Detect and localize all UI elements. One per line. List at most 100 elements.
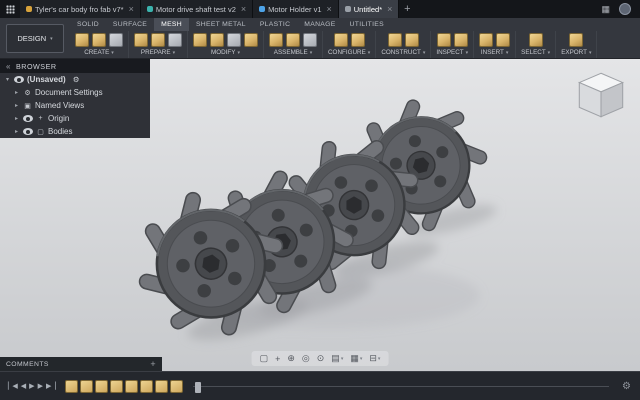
close-tab-icon[interactable]: × bbox=[241, 4, 246, 14]
construct-tool-icon[interactable] bbox=[404, 33, 419, 47]
tool-group-label[interactable]: CREATE ▾ bbox=[84, 49, 114, 56]
extensions-icon[interactable]: ▦ bbox=[601, 4, 610, 15]
browser-item-document-settings[interactable]: ▸ ⚙ Document Settings bbox=[0, 86, 150, 99]
document-tab-tyler-s-car-body-fro-fab-v7[interactable]: Tyler's car body fro fab v7* × bbox=[20, 0, 141, 18]
workspace-switcher[interactable]: DESIGN ▾ bbox=[6, 24, 64, 53]
timeline-feature-icon[interactable] bbox=[154, 379, 168, 393]
tool-group-label[interactable]: INSPECT ▾ bbox=[436, 49, 468, 56]
ribbon-tab-solid[interactable]: SOLID bbox=[70, 18, 106, 31]
create-tool-icon[interactable] bbox=[109, 33, 123, 47]
close-tab-icon[interactable]: × bbox=[129, 4, 134, 14]
inspect-tool-icon[interactable] bbox=[453, 33, 468, 47]
ribbon-tab-manage[interactable]: MANAGE bbox=[297, 18, 342, 31]
settings-gear-icon[interactable]: ⚙ bbox=[619, 381, 634, 392]
grid-settings-icon[interactable]: ▦ ▾ bbox=[350, 353, 362, 364]
model-viewport[interactable]: « BROWSER ▾ (Unsaved) ⚙ ▸ ⚙ Document Set… bbox=[0, 59, 640, 371]
construct-tool-icon[interactable] bbox=[387, 33, 402, 47]
expand-caret-icon[interactable]: ▾ bbox=[4, 76, 11, 83]
modify-tool-icon[interactable] bbox=[193, 33, 207, 47]
tool-group-label[interactable]: CONSTRUCT ▾ bbox=[381, 49, 425, 56]
close-tab-icon[interactable]: × bbox=[387, 4, 392, 14]
orbit-icon[interactable]: ◎ bbox=[302, 353, 310, 364]
ribbon-group-modify[interactable]: MODIFY ▾ bbox=[188, 31, 264, 58]
assemble-tool-icon[interactable] bbox=[286, 33, 300, 47]
ribbon-tab-sheet-metal[interactable]: SHEET METAL bbox=[189, 18, 253, 31]
timeline-feature-icon[interactable] bbox=[169, 379, 183, 393]
tool-group-label[interactable]: CONFIGURE ▾ bbox=[328, 49, 370, 56]
fit-view-icon[interactable]: ▢ bbox=[260, 353, 269, 364]
timeline-feature-icon[interactable] bbox=[64, 379, 78, 393]
ribbon-group-insert[interactable]: INSERT ▾ bbox=[474, 31, 517, 58]
expand-caret-icon[interactable]: ▸ bbox=[13, 115, 20, 122]
go-to-start-button[interactable]: ▏◀ bbox=[6, 382, 19, 390]
configure-tool-icon[interactable] bbox=[350, 33, 365, 47]
timeline-feature-icon[interactable] bbox=[124, 379, 138, 393]
timeline-feature-icon[interactable] bbox=[109, 379, 123, 393]
document-tab-motor-drive-shaft-test-v2[interactable]: Motor drive shaft test v2 × bbox=[140, 0, 254, 18]
ribbon-tab-plastic[interactable]: PLASTIC bbox=[253, 18, 297, 31]
modify-tool-icon[interactable] bbox=[210, 33, 224, 47]
timeline-track[interactable] bbox=[192, 381, 610, 393]
display-settings-icon[interactable]: ▤ ▾ bbox=[331, 353, 343, 364]
assemble-tool-icon[interactable] bbox=[303, 33, 317, 47]
tool-group-label[interactable]: INSERT ▾ bbox=[481, 49, 509, 56]
timeline-feature-icon[interactable] bbox=[139, 379, 153, 393]
pan-icon[interactable]: + bbox=[275, 354, 280, 364]
expand-caret-icon[interactable]: ▸ bbox=[13, 128, 20, 135]
browser-item-bodies[interactable]: ▸ ▢ Bodies bbox=[0, 125, 150, 138]
browser-item-origin[interactable]: ▸ + Origin bbox=[0, 112, 150, 125]
expand-caret-icon[interactable]: ▸ bbox=[13, 102, 20, 109]
export-tool-icon[interactable] bbox=[569, 33, 584, 47]
ribbon-group-select[interactable]: SELECT ▾ bbox=[516, 31, 557, 58]
visibility-eye-icon[interactable] bbox=[23, 128, 33, 135]
tool-group-label[interactable]: EXPORT ▾ bbox=[561, 49, 591, 56]
tool-group-label[interactable]: MODIFY ▾ bbox=[211, 49, 240, 56]
create-tool-icon[interactable] bbox=[92, 33, 106, 47]
ribbon-tab-utilities[interactable]: UTILITIES bbox=[343, 18, 391, 31]
look-at-icon[interactable]: ⊙ bbox=[317, 353, 325, 364]
document-tab-motor-holder-v1[interactable]: Motor Holder v1 × bbox=[253, 0, 339, 18]
ribbon-group-configure[interactable]: CONFIGURE ▾ bbox=[323, 31, 377, 58]
ribbon-tab-mesh[interactable]: MESH bbox=[154, 18, 189, 31]
prepare-tool-icon[interactable] bbox=[134, 33, 148, 47]
browser-item-named-views[interactable]: ▸ ▣ Named Views bbox=[0, 99, 150, 112]
visibility-eye-icon[interactable] bbox=[14, 76, 24, 83]
insert-tool-icon[interactable] bbox=[479, 33, 494, 47]
close-tab-icon[interactable]: × bbox=[327, 4, 332, 14]
tool-group-label[interactable]: ASSEMBLE ▾ bbox=[274, 49, 312, 56]
step-back-button[interactable]: ◀ bbox=[19, 382, 27, 390]
modify-tool-icon[interactable] bbox=[244, 33, 258, 47]
add-comment-button[interactable]: + bbox=[150, 359, 156, 369]
ribbon-group-export[interactable]: EXPORT ▾ bbox=[556, 31, 598, 58]
insert-tool-icon[interactable] bbox=[496, 33, 511, 47]
document-tab-untitled[interactable]: Untitled* × bbox=[338, 0, 400, 18]
step-forward-button[interactable]: ▶ bbox=[36, 382, 44, 390]
view-cube[interactable] bbox=[570, 65, 632, 127]
expand-caret-icon[interactable]: ▸ bbox=[13, 89, 20, 96]
visibility-eye-icon[interactable] bbox=[23, 115, 33, 122]
comments-bar[interactable]: COMMENTS + bbox=[0, 357, 162, 371]
assemble-tool-icon[interactable] bbox=[269, 33, 283, 47]
inspect-tool-icon[interactable] bbox=[436, 33, 451, 47]
browser-item-unsaved[interactable]: ▾ (Unsaved) ⚙ bbox=[0, 73, 150, 86]
ribbon-group-inspect[interactable]: INSPECT ▾ bbox=[431, 31, 475, 58]
new-tab-button[interactable]: + bbox=[399, 0, 415, 18]
configure-tool-icon[interactable] bbox=[333, 33, 348, 47]
select-tool-icon[interactable] bbox=[528, 33, 543, 47]
tool-group-label[interactable]: PREPARE ▾ bbox=[141, 49, 175, 56]
viewports-icon[interactable]: ⊟ ▾ bbox=[369, 353, 380, 364]
timeline-feature-icon[interactable] bbox=[79, 379, 93, 393]
user-avatar[interactable] bbox=[619, 3, 631, 15]
modify-tool-icon[interactable] bbox=[227, 33, 241, 47]
collapse-browser-icon[interactable]: « bbox=[6, 62, 11, 71]
go-to-end-button[interactable]: ▶▕ bbox=[44, 382, 57, 390]
zoom-icon[interactable]: ⊕ bbox=[287, 353, 295, 364]
ribbon-group-prepare[interactable]: PREPARE ▾ bbox=[129, 31, 188, 58]
tool-group-label[interactable]: SELECT ▾ bbox=[521, 49, 550, 56]
ribbon-group-assemble[interactable]: ASSEMBLE ▾ bbox=[264, 31, 323, 58]
ribbon-tab-surface[interactable]: SURFACE bbox=[106, 18, 154, 31]
prepare-tool-icon[interactable] bbox=[151, 33, 165, 47]
timeline-marker[interactable] bbox=[194, 381, 201, 393]
prepare-tool-icon[interactable] bbox=[168, 33, 182, 47]
play-button[interactable]: ▶ bbox=[27, 382, 35, 390]
